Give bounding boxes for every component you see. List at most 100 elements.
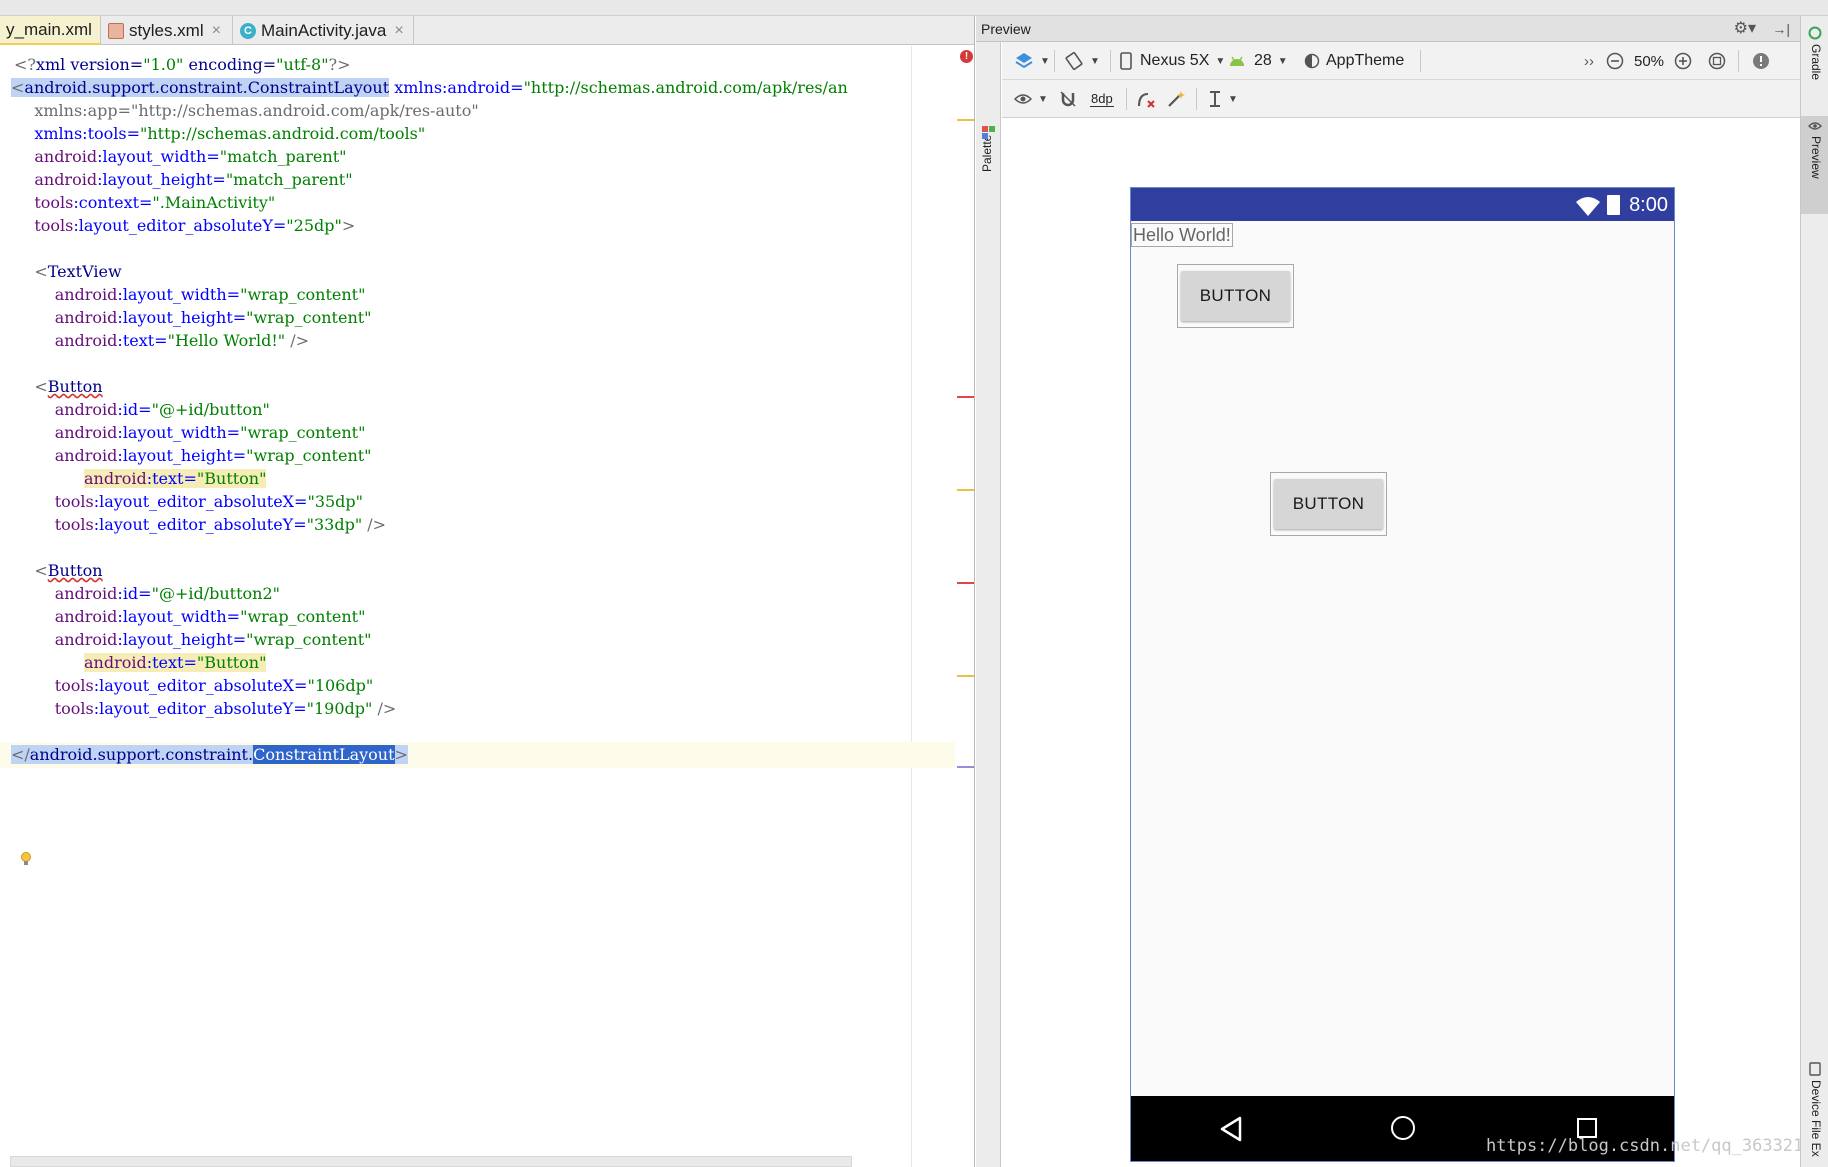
theme-selector[interactable]: AppTheme — [1304, 42, 1404, 80]
warning-icon — [1753, 53, 1769, 69]
default-margin-value: 8dp — [1090, 91, 1114, 107]
design-surface-button[interactable]: ▼ — [1014, 42, 1050, 80]
hello-textview[interactable]: Hello World! — [1131, 223, 1233, 247]
gradle-icon[interactable] — [1808, 26, 1822, 40]
java-class-icon: C — [240, 22, 256, 39]
preview-panel: Preview ⚙▾ →| Palette ▼ ▼ Nexus 5X ▼ 28 — [976, 16, 1800, 1167]
clear-constraints-button[interactable] — [1136, 80, 1156, 118]
xml-file-icon — [108, 22, 124, 39]
horizontal-scrollbar[interactable] — [10, 1156, 852, 1167]
issues-button[interactable] — [1752, 42, 1770, 80]
gear-icon[interactable]: ⚙▾ — [1734, 16, 1756, 42]
device-file-explorer-tab[interactable]: Device File Ex — [1809, 1080, 1823, 1157]
autoconnect-toggle[interactable] — [1058, 80, 1078, 118]
tab-label: styles.xml — [129, 20, 204, 40]
preview-toolbar-secondary: ▼ 8dp ▼ — [1002, 80, 1800, 118]
code-line: tools:layout_editor_absoluteY="25dp"> — [14, 216, 356, 235]
preview-tab[interactable]: Preview — [1809, 136, 1823, 179]
magic-wand-icon — [1168, 91, 1185, 107]
editor-tab-bar: y_main.xml × styles.xml × C MainActivity… — [0, 16, 974, 45]
back-icon[interactable] — [1219, 1116, 1243, 1142]
tab-styles-xml[interactable]: styles.xml × — [102, 16, 233, 45]
preview-title: Preview — [981, 21, 1031, 37]
tab-label: y_main.xml — [6, 19, 92, 39]
device-screen[interactable]: 8:00 Hello World! BUTTON BUTTON — [1130, 187, 1675, 1162]
recents-icon[interactable] — [1577, 1118, 1597, 1138]
zoom-fit-icon — [1708, 52, 1726, 70]
button2[interactable]: BUTTON — [1274, 479, 1383, 529]
hide-panel-icon[interactable]: →| — [1772, 16, 1790, 42]
api-level-selector[interactable]: 28 ▼ — [1228, 42, 1288, 80]
clear-constraints-icon — [1138, 93, 1155, 108]
close-icon[interactable]: × — [394, 22, 403, 40]
caret-marker — [957, 766, 974, 768]
zoom-fit-button[interactable] — [1708, 42, 1726, 80]
infer-constraints-button[interactable] — [1166, 80, 1186, 118]
toolbar-separator — [1110, 50, 1111, 72]
tab-activity-main-xml[interactable]: y_main.xml × — [0, 16, 101, 45]
code-line-current: </android.support.constraint.ConstraintL… — [11, 745, 408, 764]
warning-marker[interactable] — [957, 489, 974, 491]
device-selector[interactable]: Nexus 5X ▼ — [1120, 42, 1225, 80]
button[interactable]: BUTTON — [1181, 271, 1290, 321]
theme-name: AppTheme — [1326, 52, 1405, 69]
more-options-button[interactable]: ›› — [1584, 42, 1594, 80]
zoom-in-icon — [1674, 52, 1692, 70]
chevron-down-icon: ▼ — [1228, 93, 1238, 105]
code-line: tools:layout_editor_absoluteY="190dp" /> — [14, 699, 397, 718]
wifi-icon — [1576, 197, 1600, 216]
eye-icon — [1014, 94, 1032, 104]
toolbar-separator — [1126, 88, 1127, 110]
zoom-out-icon — [1606, 52, 1624, 70]
tab-label: MainActivity.java — [261, 20, 387, 40]
status-time: 8:00 — [1629, 194, 1668, 216]
rotate-icon — [1065, 51, 1083, 71]
window-top-strip — [0, 0, 1828, 16]
theme-icon — [1304, 53, 1320, 69]
preview-header: Preview ⚙▾ →| — [976, 16, 1800, 42]
close-icon[interactable]: × — [212, 22, 221, 40]
warning-marker[interactable] — [957, 675, 974, 677]
toolbar-separator — [1054, 50, 1055, 72]
android-icon — [1230, 56, 1244, 66]
toolbar-separator — [1196, 88, 1197, 110]
warning-marker[interactable] — [957, 119, 974, 121]
guidelines-button[interactable]: ▼ — [1208, 80, 1238, 118]
right-margin-guide — [911, 46, 912, 1167]
view-options-button[interactable]: ▼ — [1014, 80, 1048, 118]
api-level: 28 — [1254, 52, 1272, 69]
magnet-off-icon — [1060, 91, 1076, 107]
error-marker[interactable] — [957, 396, 974, 398]
status-bar: 8:00 — [1131, 188, 1674, 221]
preview-toolbar-primary: ▼ ▼ Nexus 5X ▼ 28 ▼ AppTheme ›› 50% — [1002, 42, 1800, 80]
eye-icon[interactable] — [1808, 120, 1822, 132]
tab-mainactivity-java[interactable]: C MainActivity.java × — [234, 16, 414, 45]
error-marker[interactable] — [957, 582, 974, 584]
palette-strip[interactable]: Palette — [976, 42, 1001, 1167]
button-widget[interactable]: BUTTON — [1177, 264, 1294, 328]
code-editor[interactable]: y_main.xml × styles.xml × C MainActivity… — [0, 16, 975, 1167]
error-indicator-icon[interactable]: ! — [960, 50, 973, 63]
zoom-in-button[interactable] — [1674, 42, 1692, 80]
device-name: Nexus 5X — [1140, 52, 1210, 69]
zoom-out-button[interactable] — [1606, 42, 1624, 80]
chevron-down-icon: ▼ — [1090, 55, 1100, 67]
battery-icon — [1607, 195, 1620, 215]
gradle-tab[interactable]: Gradle — [1809, 44, 1823, 80]
watermark: https://blog.csdn.net/qq_3633211 — [1486, 1136, 1814, 1156]
chevron-down-icon: ▼ — [1038, 93, 1048, 105]
right-tool-strip: Gradle Preview Device File Ex — [1800, 16, 1828, 1167]
orientation-button[interactable]: ▼ — [1064, 42, 1100, 80]
toolbar-separator — [1420, 50, 1421, 72]
close-icon[interactable]: × — [100, 21, 101, 39]
layers-icon — [1015, 53, 1033, 69]
device-file-icon[interactable] — [1809, 1062, 1821, 1076]
lightbulb-icon[interactable] — [20, 852, 32, 866]
chevron-down-icon: ▼ — [1277, 55, 1288, 67]
palette-icon[interactable] — [981, 125, 997, 141]
home-icon[interactable] — [1391, 1116, 1415, 1140]
default-margin-button[interactable]: 8dp — [1090, 80, 1114, 118]
phone-icon — [1120, 52, 1132, 70]
button2-widget[interactable]: BUTTON — [1270, 472, 1387, 536]
design-canvas[interactable]: 8:00 Hello World! BUTTON BUTTON — [1002, 119, 1800, 1167]
